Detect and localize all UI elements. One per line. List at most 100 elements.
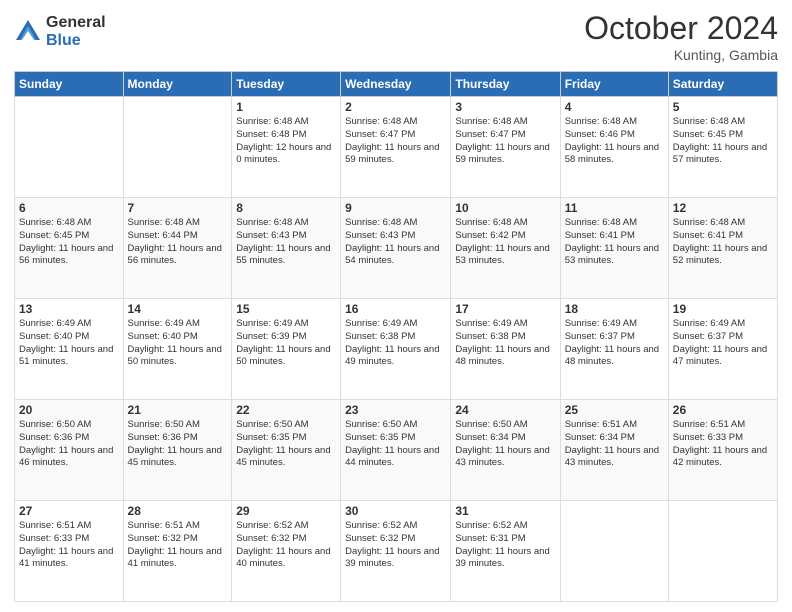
day-number: 18 xyxy=(565,302,664,316)
day-number: 28 xyxy=(128,504,228,518)
cell-sun-info: Sunrise: 6:51 AM Sunset: 6:32 PM Dayligh… xyxy=(128,520,228,571)
header: General Blue October 2024 Kunting, Gambi… xyxy=(14,10,778,63)
calendar-week-row: 13 Sunrise: 6:49 AM Sunset: 6:40 PM Dayli… xyxy=(15,299,778,400)
cell-sun-info: Sunrise: 6:51 AM Sunset: 6:34 PM Dayligh… xyxy=(565,419,664,470)
cell-sun-info: Sunrise: 6:48 AM Sunset: 6:44 PM Dayligh… xyxy=(128,217,228,268)
cell-sun-info: Sunrise: 6:48 AM Sunset: 6:43 PM Dayligh… xyxy=(236,217,336,268)
cell-sun-info: Sunrise: 6:52 AM Sunset: 6:32 PM Dayligh… xyxy=(345,520,446,571)
calendar-cell: 21Sunrise: 6:50 AM Sunset: 6:36 PM Dayli… xyxy=(123,400,232,501)
day-number: 30 xyxy=(345,504,446,518)
calendar-cell: 30 Sunrise: 6:52 AM Sunset: 6:32 PM Dayli… xyxy=(341,501,451,602)
cell-sun-info: Sunrise: 6:49 AM Sunset: 6:37 PM Dayligh… xyxy=(565,318,664,369)
calendar-page: General Blue October 2024 Kunting, Gambi… xyxy=(0,0,792,612)
logo-icon xyxy=(14,18,42,46)
calendar-cell: 22 Sunrise: 6:50 AM Sunset: 6:35 PM Dayli… xyxy=(232,400,341,501)
day-number: 23 xyxy=(345,403,446,417)
location: Kunting, Gambia xyxy=(584,47,778,63)
logo: General Blue xyxy=(14,14,106,49)
cell-sun-info: Sunrise: 6:52 AM Sunset: 6:32 PM Dayligh… xyxy=(236,520,336,571)
cell-sun-info: Sunrise: 6:51 AM Sunset: 6:33 PM Dayligh… xyxy=(19,520,119,571)
day-number: 15 xyxy=(236,302,336,316)
day-number: 7 xyxy=(128,201,228,215)
calendar-cell: 23 Sunrise: 6:50 AM Sunset: 6:35 PM Dayli… xyxy=(341,400,451,501)
cell-sun-info: Sunrise: 6:49 AM Sunset: 6:37 PM Dayligh… xyxy=(673,318,773,369)
calendar-cell: 6 Sunrise: 6:48 AM Sunset: 6:45 PM Daylig… xyxy=(15,198,124,299)
cell-sun-info: Sunrise: 6:50 AM Sunset: 6:35 PM Dayligh… xyxy=(345,419,446,470)
day-of-week-header: Wednesday xyxy=(341,72,451,97)
calendar-cell: 28 Sunrise: 6:51 AM Sunset: 6:32 PM Dayli… xyxy=(123,501,232,602)
cell-sun-info: Sunrise: 6:52 AM Sunset: 6:31 PM Dayligh… xyxy=(455,520,555,571)
day-of-week-header: Tuesday xyxy=(232,72,341,97)
calendar-week-row: 20 Sunrise: 6:50 AM Sunset: 6:36 PM Dayli… xyxy=(15,400,778,501)
calendar-cell: 31Sunrise: 6:52 AM Sunset: 6:31 PM Dayli… xyxy=(451,501,560,602)
calendar-cell xyxy=(123,97,232,198)
day-number: 6 xyxy=(19,201,119,215)
cell-sun-info: Sunrise: 6:50 AM Sunset: 6:36 PM Dayligh… xyxy=(19,419,119,470)
calendar-header-row: SundayMondayTuesdayWednesdayThursdayFrid… xyxy=(15,72,778,97)
calendar-cell: 20 Sunrise: 6:50 AM Sunset: 6:36 PM Dayli… xyxy=(15,400,124,501)
calendar-cell: 24 Sunrise: 6:50 AM Sunset: 6:34 PM Dayli… xyxy=(451,400,560,501)
cell-sun-info: Sunrise: 6:48 AM Sunset: 6:41 PM Dayligh… xyxy=(673,217,773,268)
calendar-cell: 10 Sunrise: 6:48 AM Sunset: 6:42 PM Dayli… xyxy=(451,198,560,299)
calendar-week-row: 27 Sunrise: 6:51 AM Sunset: 6:33 PM Dayli… xyxy=(15,501,778,602)
calendar-cell: 18 Sunrise: 6:49 AM Sunset: 6:37 PM Dayli… xyxy=(560,299,668,400)
day-number: 10 xyxy=(455,201,555,215)
day-number: 8 xyxy=(236,201,336,215)
day-number: 13 xyxy=(19,302,119,316)
day-number: 14 xyxy=(128,302,228,316)
calendar-table: SundayMondayTuesdayWednesdayThursdayFrid… xyxy=(14,71,778,602)
day-number: 22 xyxy=(236,403,336,417)
calendar-cell: 29 Sunrise: 6:52 AM Sunset: 6:32 PM Dayli… xyxy=(232,501,341,602)
cell-sun-info: Sunrise: 6:48 AM Sunset: 6:42 PM Dayligh… xyxy=(455,217,555,268)
calendar-cell: 7 Sunrise: 6:48 AM Sunset: 6:44 PM Daylig… xyxy=(123,198,232,299)
calendar-cell xyxy=(560,501,668,602)
day-number: 21 xyxy=(128,403,228,417)
day-number: 2 xyxy=(345,100,446,114)
cell-sun-info: Sunrise: 6:50 AM Sunset: 6:34 PM Dayligh… xyxy=(455,419,555,470)
logo-general-text: General xyxy=(46,14,106,32)
cell-sun-info: Sunrise: 6:48 AM Sunset: 6:45 PM Dayligh… xyxy=(19,217,119,268)
day-number: 19 xyxy=(673,302,773,316)
calendar-week-row: 1Sunrise: 6:48 AM Sunset: 6:48 PM Daylig… xyxy=(15,97,778,198)
day-of-week-header: Sunday xyxy=(15,72,124,97)
day-number: 1 xyxy=(236,100,336,114)
logo-text: General Blue xyxy=(46,14,106,49)
day-number: 27 xyxy=(19,504,119,518)
cell-sun-info: Sunrise: 6:48 AM Sunset: 6:43 PM Dayligh… xyxy=(345,217,446,268)
calendar-cell: 5 Sunrise: 6:48 AM Sunset: 6:45 PM Daylig… xyxy=(668,97,777,198)
calendar-cell: 8 Sunrise: 6:48 AM Sunset: 6:43 PM Daylig… xyxy=(232,198,341,299)
cell-sun-info: Sunrise: 6:49 AM Sunset: 6:40 PM Dayligh… xyxy=(19,318,119,369)
calendar-cell: 26 Sunrise: 6:51 AM Sunset: 6:33 PM Dayli… xyxy=(668,400,777,501)
calendar-cell: 16 Sunrise: 6:49 AM Sunset: 6:38 PM Dayli… xyxy=(341,299,451,400)
cell-sun-info: Sunrise: 6:49 AM Sunset: 6:39 PM Dayligh… xyxy=(236,318,336,369)
day-of-week-header: Thursday xyxy=(451,72,560,97)
cell-sun-info: Sunrise: 6:49 AM Sunset: 6:40 PM Dayligh… xyxy=(128,318,228,369)
cell-sun-info: Sunrise: 6:50 AM Sunset: 6:35 PM Dayligh… xyxy=(236,419,336,470)
calendar-cell: 11Sunrise: 6:48 AM Sunset: 6:41 PM Dayli… xyxy=(560,198,668,299)
calendar-week-row: 6 Sunrise: 6:48 AM Sunset: 6:45 PM Daylig… xyxy=(15,198,778,299)
cell-sun-info: Sunrise: 6:49 AM Sunset: 6:38 PM Dayligh… xyxy=(345,318,446,369)
cell-sun-info: Sunrise: 6:48 AM Sunset: 6:46 PM Dayligh… xyxy=(565,116,664,167)
calendar-cell: 19 Sunrise: 6:49 AM Sunset: 6:37 PM Dayli… xyxy=(668,299,777,400)
cell-sun-info: Sunrise: 6:49 AM Sunset: 6:38 PM Dayligh… xyxy=(455,318,555,369)
day-number: 5 xyxy=(673,100,773,114)
cell-sun-info: Sunrise: 6:48 AM Sunset: 6:45 PM Dayligh… xyxy=(673,116,773,167)
cell-sun-info: Sunrise: 6:48 AM Sunset: 6:47 PM Dayligh… xyxy=(345,116,446,167)
day-number: 29 xyxy=(236,504,336,518)
day-number: 20 xyxy=(19,403,119,417)
day-of-week-header: Monday xyxy=(123,72,232,97)
day-of-week-header: Friday xyxy=(560,72,668,97)
day-number: 3 xyxy=(455,100,555,114)
day-number: 25 xyxy=(565,403,664,417)
day-number: 24 xyxy=(455,403,555,417)
calendar-cell xyxy=(668,501,777,602)
calendar-cell: 4Sunrise: 6:48 AM Sunset: 6:46 PM Daylig… xyxy=(560,97,668,198)
day-of-week-header: Saturday xyxy=(668,72,777,97)
calendar-cell xyxy=(15,97,124,198)
day-number: 26 xyxy=(673,403,773,417)
cell-sun-info: Sunrise: 6:48 AM Sunset: 6:47 PM Dayligh… xyxy=(455,116,555,167)
calendar-cell: 1Sunrise: 6:48 AM Sunset: 6:48 PM Daylig… xyxy=(232,97,341,198)
day-number: 11 xyxy=(565,201,664,215)
day-number: 16 xyxy=(345,302,446,316)
cell-sun-info: Sunrise: 6:51 AM Sunset: 6:33 PM Dayligh… xyxy=(673,419,773,470)
